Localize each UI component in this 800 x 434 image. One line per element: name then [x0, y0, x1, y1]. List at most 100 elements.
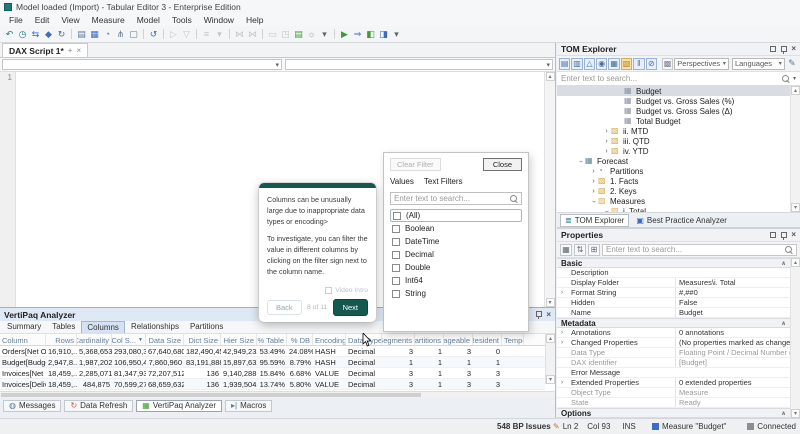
checkbox-icon[interactable] — [392, 263, 400, 272]
sync-icon[interactable]: ⇆ — [29, 28, 42, 41]
restore-icon[interactable] — [770, 232, 777, 238]
expander-icon[interactable]: › — [602, 148, 611, 155]
format-painter-icon[interactable]: ✎ — [786, 57, 798, 70]
languages-dropdown[interactable]: Languages ▾ — [731, 57, 785, 70]
toggle-columns-icon[interactable]: ▥ — [571, 57, 583, 70]
linked-value[interactable]: 484,875 — [82, 380, 110, 389]
vertipaq-tab-columns[interactable]: Columns — [81, 321, 125, 333]
tree-item-ii-mtd[interactable]: › ▧ ii. MTD — [557, 126, 790, 136]
tree-item-budget-vs-gross-sales-[interactable]: ▦ Budget vs. Gross Sales (Δ) — [557, 106, 790, 116]
tree-item-iii-qtd[interactable]: › ▧ iii. QTD — [557, 136, 790, 146]
property-value[interactable]: (No properties marked as changed) — [675, 338, 790, 347]
pin-icon[interactable] — [780, 45, 788, 54]
filter-option-datetime[interactable]: DateTime — [390, 235, 522, 248]
menu-edit[interactable]: Edit — [29, 15, 56, 25]
menu-tools[interactable]: Tools — [166, 15, 198, 25]
object-dropdown[interactable]: ▾ — [2, 59, 282, 70]
tree-item-budget[interactable]: ▦ Budget — [557, 86, 790, 96]
save-layout-icon[interactable]: ▤ — [292, 28, 305, 41]
branch-icon[interactable]: ⋔ — [114, 28, 127, 41]
flat-list-icon[interactable]: ▩ — [661, 57, 674, 70]
expander-icon[interactable]: › — [561, 289, 563, 296]
scroll-up-icon[interactable]: ▴ — [546, 334, 555, 343]
toggle-kpis-icon[interactable]: ◉ — [596, 57, 608, 70]
column-header[interactable]: Pageable — [444, 334, 473, 345]
dock-tab-macros[interactable]: ▸| Macros — [225, 399, 273, 412]
grid-vscrollbar[interactable]: ▴ ▾ — [545, 334, 555, 384]
property-row[interactable]: Name Budget — [557, 308, 790, 318]
scroll-down-icon[interactable]: ▾ — [546, 375, 555, 384]
column-header[interactable]: Temper... — [502, 334, 524, 345]
column-header[interactable]: Col S... ▼ — [112, 334, 146, 345]
collapse-icon[interactable]: ∧ — [781, 410, 786, 417]
undo-icon[interactable]: ↶ — [3, 28, 16, 41]
clear-filter-button[interactable]: Clear Filter — [390, 158, 441, 171]
restore-icon[interactable] — [770, 46, 777, 52]
property-row[interactable]: Description — [557, 268, 790, 278]
new-query-icon[interactable]: ▦ — [88, 28, 101, 41]
filter-option-int64[interactable]: Int64 — [390, 274, 522, 287]
tree-item-forecast[interactable]: › ▦ Forecast — [557, 156, 790, 166]
vertipaq-tab-relationships[interactable]: Relationships — [126, 321, 184, 333]
filter-option-decimal[interactable]: Decimal — [390, 248, 522, 261]
menu-file[interactable]: File — [3, 15, 29, 25]
format-dax-icon[interactable]: ≡ — [200, 28, 213, 41]
property-value[interactable]: Ready — [675, 398, 790, 407]
panel-tab-tom-explorer[interactable]: ≣ TOM Explorer — [560, 213, 630, 227]
property-row[interactable]: DAX identifier [Budget] — [557, 358, 790, 368]
filter-search[interactable]: Enter text to search... — [390, 192, 522, 205]
property-row[interactable]: Annotations › 0 annotations — [557, 328, 790, 338]
table-row[interactable]: Invoices[Net In...18,459,...2,285,07181,… — [0, 368, 545, 379]
column-header[interactable]: % Table — [257, 334, 287, 345]
comment-icon[interactable]: ▭ — [266, 28, 279, 41]
run-batch-icon[interactable]: ◧ — [364, 28, 377, 41]
refresh-model-icon[interactable]: ↺ — [147, 28, 160, 41]
new-script-icon[interactable]: ▤ — [75, 28, 88, 41]
alphabetical-sort-icon[interactable]: ⇅ — [574, 243, 586, 256]
checkbox-icon[interactable] — [392, 224, 400, 233]
property-row[interactable]: Hidden False — [557, 298, 790, 308]
column-header[interactable]: Dict Size — [184, 334, 221, 345]
bp-issues-count[interactable]: 548 BP Issues — [497, 422, 551, 431]
dock-tab-vertipaq-analyzer[interactable]: ▦ VertiPaq Analyzer — [136, 399, 223, 412]
history-icon[interactable]: ◷ — [16, 28, 29, 41]
close-icon[interactable]: × — [791, 45, 796, 53]
menu-model[interactable]: Model — [131, 15, 166, 25]
scroll-up-icon[interactable]: ▴ — [545, 72, 555, 81]
package-icon[interactable]: ▢ — [127, 28, 140, 41]
section-header-options[interactable]: Options ∧ — [557, 408, 790, 418]
expander-icon[interactable]: › — [577, 157, 584, 166]
expander-icon[interactable]: › — [589, 188, 598, 195]
toggle-folders-icon[interactable]: ▧ — [620, 57, 633, 70]
format-dropdown-icon[interactable]: ▾ — [213, 28, 226, 41]
property-value[interactable]: 0 extended properties — [675, 378, 790, 387]
expander-icon[interactable]: › — [561, 379, 563, 386]
table-row[interactable]: Invoices[Delive...18,459,... 484,875 70,59… — [0, 379, 545, 390]
pin-icon[interactable] — [535, 310, 543, 319]
tree-item-iv-ytd[interactable]: › ▧ iv. YTD — [557, 146, 790, 156]
tree-item-2-keys[interactable]: › ▧ 2. Keys — [557, 186, 790, 196]
export-icon[interactable]: ◨ — [377, 28, 390, 41]
expander-icon[interactable]: › — [603, 207, 610, 212]
table-row[interactable]: Orders[Net Or...16,910,...5,368,653293,0… — [0, 346, 545, 357]
filter-option-string[interactable]: String — [390, 287, 522, 300]
close-tab-icon[interactable]: × — [76, 46, 81, 55]
expander-icon[interactable]: › — [589, 178, 598, 185]
refresh-icon[interactable]: ↻ — [55, 28, 68, 41]
column-header[interactable]: Partitions — [415, 334, 444, 345]
toggle-hierarchies-icon[interactable]: △ — [583, 57, 596, 70]
properties-search[interactable]: Enter text to search... — [602, 243, 797, 256]
tree-item-partitions[interactable]: › ◔ Partitions — [557, 166, 790, 176]
tree-item-total-budget[interactable]: ▦ Total Budget — [557, 116, 790, 126]
close-icon[interactable]: × — [791, 231, 796, 239]
linked-value[interactable]: 1,987,202 — [79, 358, 112, 367]
expander-icon[interactable]: › — [561, 339, 563, 346]
scroll-down-icon[interactable]: ▾ — [791, 409, 800, 418]
tree-item-1-facts[interactable]: › ▧ 1. Facts — [557, 176, 790, 186]
scroll-down-icon[interactable]: ▾ — [791, 203, 800, 212]
dock-tab-messages[interactable]: ◍ Messages — [3, 399, 62, 412]
run-dropdown-icon[interactable]: ▾ — [390, 28, 403, 41]
toggle-hidden-icon[interactable]: ‖ — [633, 57, 645, 70]
back-button[interactable]: Back — [267, 299, 302, 315]
property-row[interactable]: Display Folder Measures\i. Total — [557, 278, 790, 288]
